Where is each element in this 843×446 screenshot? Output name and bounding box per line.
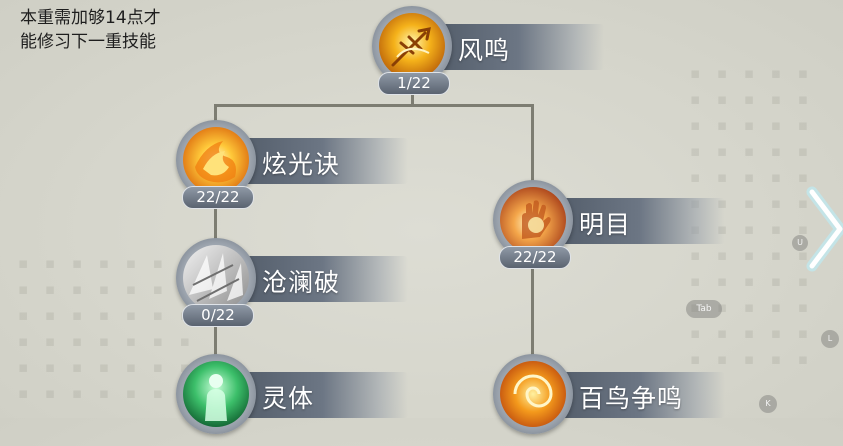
key-hint-u: U xyxy=(792,235,808,251)
skill-level-badge: 0/22 xyxy=(182,304,254,327)
skill-name: 百鸟争鸣 xyxy=(579,384,684,413)
skill-level-badge: 1/22 xyxy=(378,72,450,95)
connector-line xyxy=(531,262,534,358)
requirement-line-1: 本重需加够14点才 xyxy=(20,8,161,28)
skill-level-badge: 22/22 xyxy=(499,246,571,269)
skill-icon-frame xyxy=(493,354,573,434)
next-page-arrow-icon[interactable] xyxy=(806,186,843,272)
connector-line xyxy=(531,104,534,184)
phoenix-swirl-icon xyxy=(500,361,566,427)
skill-name: 炫光诀 xyxy=(262,150,341,179)
key-hint-l: L xyxy=(821,330,839,348)
skill-node-bainiao[interactable]: 百鸟争鸣 xyxy=(493,350,753,446)
key-hint-k: K xyxy=(759,395,777,413)
requirement-info: 本重需加够14点才 能修习下一重技能 xyxy=(20,6,161,54)
crystal-shards-icon xyxy=(183,245,249,311)
spirit-body-icon xyxy=(183,361,249,427)
skill-node-xuanguang[interactable]: 炫光诀 22/22 xyxy=(176,116,436,212)
skill-name: 明目 xyxy=(579,210,632,239)
skill-name: 风鸣 xyxy=(458,36,511,65)
skill-icon-frame xyxy=(176,354,256,434)
skill-node-lingti[interactable]: 灵体 xyxy=(176,350,436,446)
skill-node-canglan[interactable]: 沧澜破 0/22 xyxy=(176,234,436,330)
background-pattern: ▪ ▪ ▪ ▪ ▪ ▪ ▪ ▪ ▪ ▪ ▪ ▪ ▪ ▪ ▪ ▪ ▪ ▪ ▪ ▪ … xyxy=(18,254,196,402)
skill-level-badge: 22/22 xyxy=(182,186,254,209)
connector-line xyxy=(214,104,534,107)
golden-flame-icon xyxy=(183,127,249,193)
skill-node-mingmu[interactable]: 明目 22/22 xyxy=(493,176,753,272)
skill-node-fengming[interactable]: 风鸣 1/22 xyxy=(372,2,632,98)
requirement-line-2: 能修习下一重技能 xyxy=(20,32,156,52)
skill-name: 沧澜破 xyxy=(262,268,341,297)
glowing-hand-icon xyxy=(500,187,566,253)
key-hint-tab: Tab xyxy=(686,300,722,318)
skill-name: 灵体 xyxy=(262,384,315,413)
golden-bird-icon xyxy=(379,13,445,79)
